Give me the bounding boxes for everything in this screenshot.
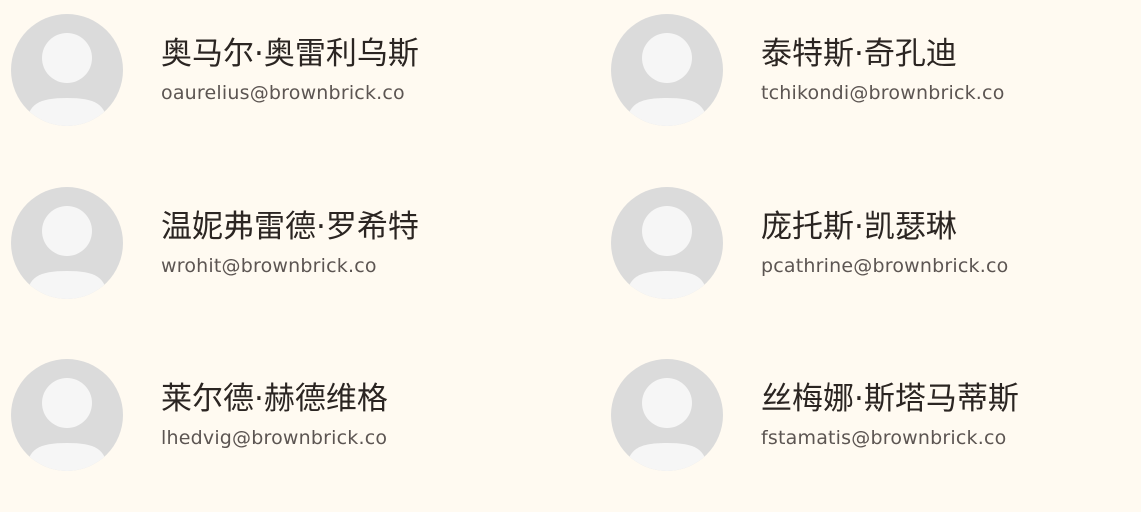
member-info: 庞托斯·凯瑟琳 pcathrine@brownbrick.co bbox=[761, 208, 1008, 278]
member-info: 温妮弗雷德·罗希特 wrohit@brownbrick.co bbox=[161, 208, 419, 278]
user-avatar-icon bbox=[611, 359, 723, 471]
member-email[interactable]: pcathrine@brownbrick.co bbox=[761, 254, 1008, 278]
user-avatar-icon bbox=[11, 14, 123, 126]
member-card[interactable]: 庞托斯·凯瑟琳 pcathrine@brownbrick.co bbox=[611, 187, 1008, 299]
member-card[interactable]: 莱尔德·赫德维格 lhedvig@brownbrick.co bbox=[11, 359, 388, 471]
user-avatar-icon bbox=[11, 187, 123, 299]
user-avatar-icon bbox=[611, 14, 723, 126]
member-name: 莱尔德·赫德维格 bbox=[161, 381, 388, 417]
member-info: 丝梅娜·斯塔马蒂斯 fstamatis@brownbrick.co bbox=[761, 380, 1019, 450]
member-card[interactable]: 泰特斯·奇孔迪 tchikondi@brownbrick.co bbox=[611, 14, 1005, 126]
member-name: 温妮弗雷德·罗希特 bbox=[161, 209, 419, 245]
member-email[interactable]: fstamatis@brownbrick.co bbox=[761, 426, 1019, 450]
member-card[interactable]: 温妮弗雷德·罗希特 wrohit@brownbrick.co bbox=[11, 187, 419, 299]
member-card[interactable]: 丝梅娜·斯塔马蒂斯 fstamatis@brownbrick.co bbox=[611, 359, 1019, 471]
member-name: 泰特斯·奇孔迪 bbox=[761, 36, 957, 72]
member-name: 庞托斯·凯瑟琳 bbox=[761, 209, 957, 245]
member-info: 泰特斯·奇孔迪 tchikondi@brownbrick.co bbox=[761, 35, 1005, 105]
member-name: 奥马尔·奥雷利乌斯 bbox=[161, 36, 419, 72]
member-info: 奥马尔·奥雷利乌斯 oaurelius@brownbrick.co bbox=[161, 35, 419, 105]
team-members-grid: 奥马尔·奥雷利乌斯 oaurelius@brownbrick.co 泰特斯·奇孔… bbox=[0, 0, 1141, 512]
member-info: 莱尔德·赫德维格 lhedvig@brownbrick.co bbox=[161, 380, 388, 450]
member-email[interactable]: wrohit@brownbrick.co bbox=[161, 254, 419, 278]
member-email[interactable]: lhedvig@brownbrick.co bbox=[161, 426, 388, 450]
member-email[interactable]: oaurelius@brownbrick.co bbox=[161, 81, 419, 105]
member-name: 丝梅娜·斯塔马蒂斯 bbox=[761, 381, 1019, 417]
user-avatar-icon bbox=[11, 359, 123, 471]
user-avatar-icon bbox=[611, 187, 723, 299]
member-email[interactable]: tchikondi@brownbrick.co bbox=[761, 81, 1005, 105]
member-card[interactable]: 奥马尔·奥雷利乌斯 oaurelius@brownbrick.co bbox=[11, 14, 419, 126]
